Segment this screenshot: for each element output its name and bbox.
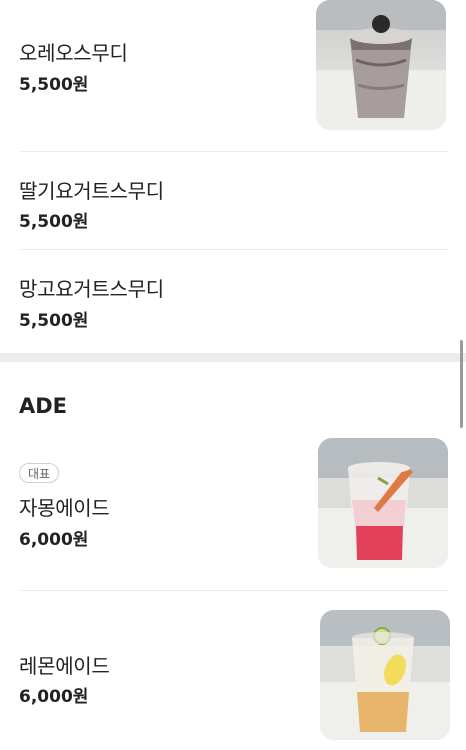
menu-item-name: 레몬에이드: [19, 654, 110, 678]
signature-badge: 대표: [19, 463, 60, 483]
menu-item-name: 자몽에이드: [19, 496, 110, 520]
menu-item-price: 5,500원: [19, 311, 89, 331]
divider: [19, 151, 448, 152]
menu-item-price: 6,000원: [19, 530, 89, 550]
menu-item-name: 딸기요거트스무디: [19, 179, 164, 203]
menu-item-price: 6,000원: [19, 687, 89, 707]
section-title-ade: ADE: [19, 394, 68, 418]
divider: [19, 590, 448, 591]
menu-item-price: 5,500원: [19, 212, 89, 232]
menu-item-name: 오레오스무디: [19, 41, 128, 65]
section-separator: [0, 353, 466, 362]
grapefruit-ade-photo[interactable]: [318, 438, 448, 568]
menu-item-price: 5,500원: [19, 75, 89, 95]
divider: [19, 249, 448, 250]
menu-item-name: 망고요거트스무디: [19, 277, 164, 301]
lemon-ade-photo[interactable]: [320, 610, 450, 740]
scrollbar[interactable]: [460, 340, 463, 428]
oreo-smoothie-photo[interactable]: [316, 0, 446, 130]
